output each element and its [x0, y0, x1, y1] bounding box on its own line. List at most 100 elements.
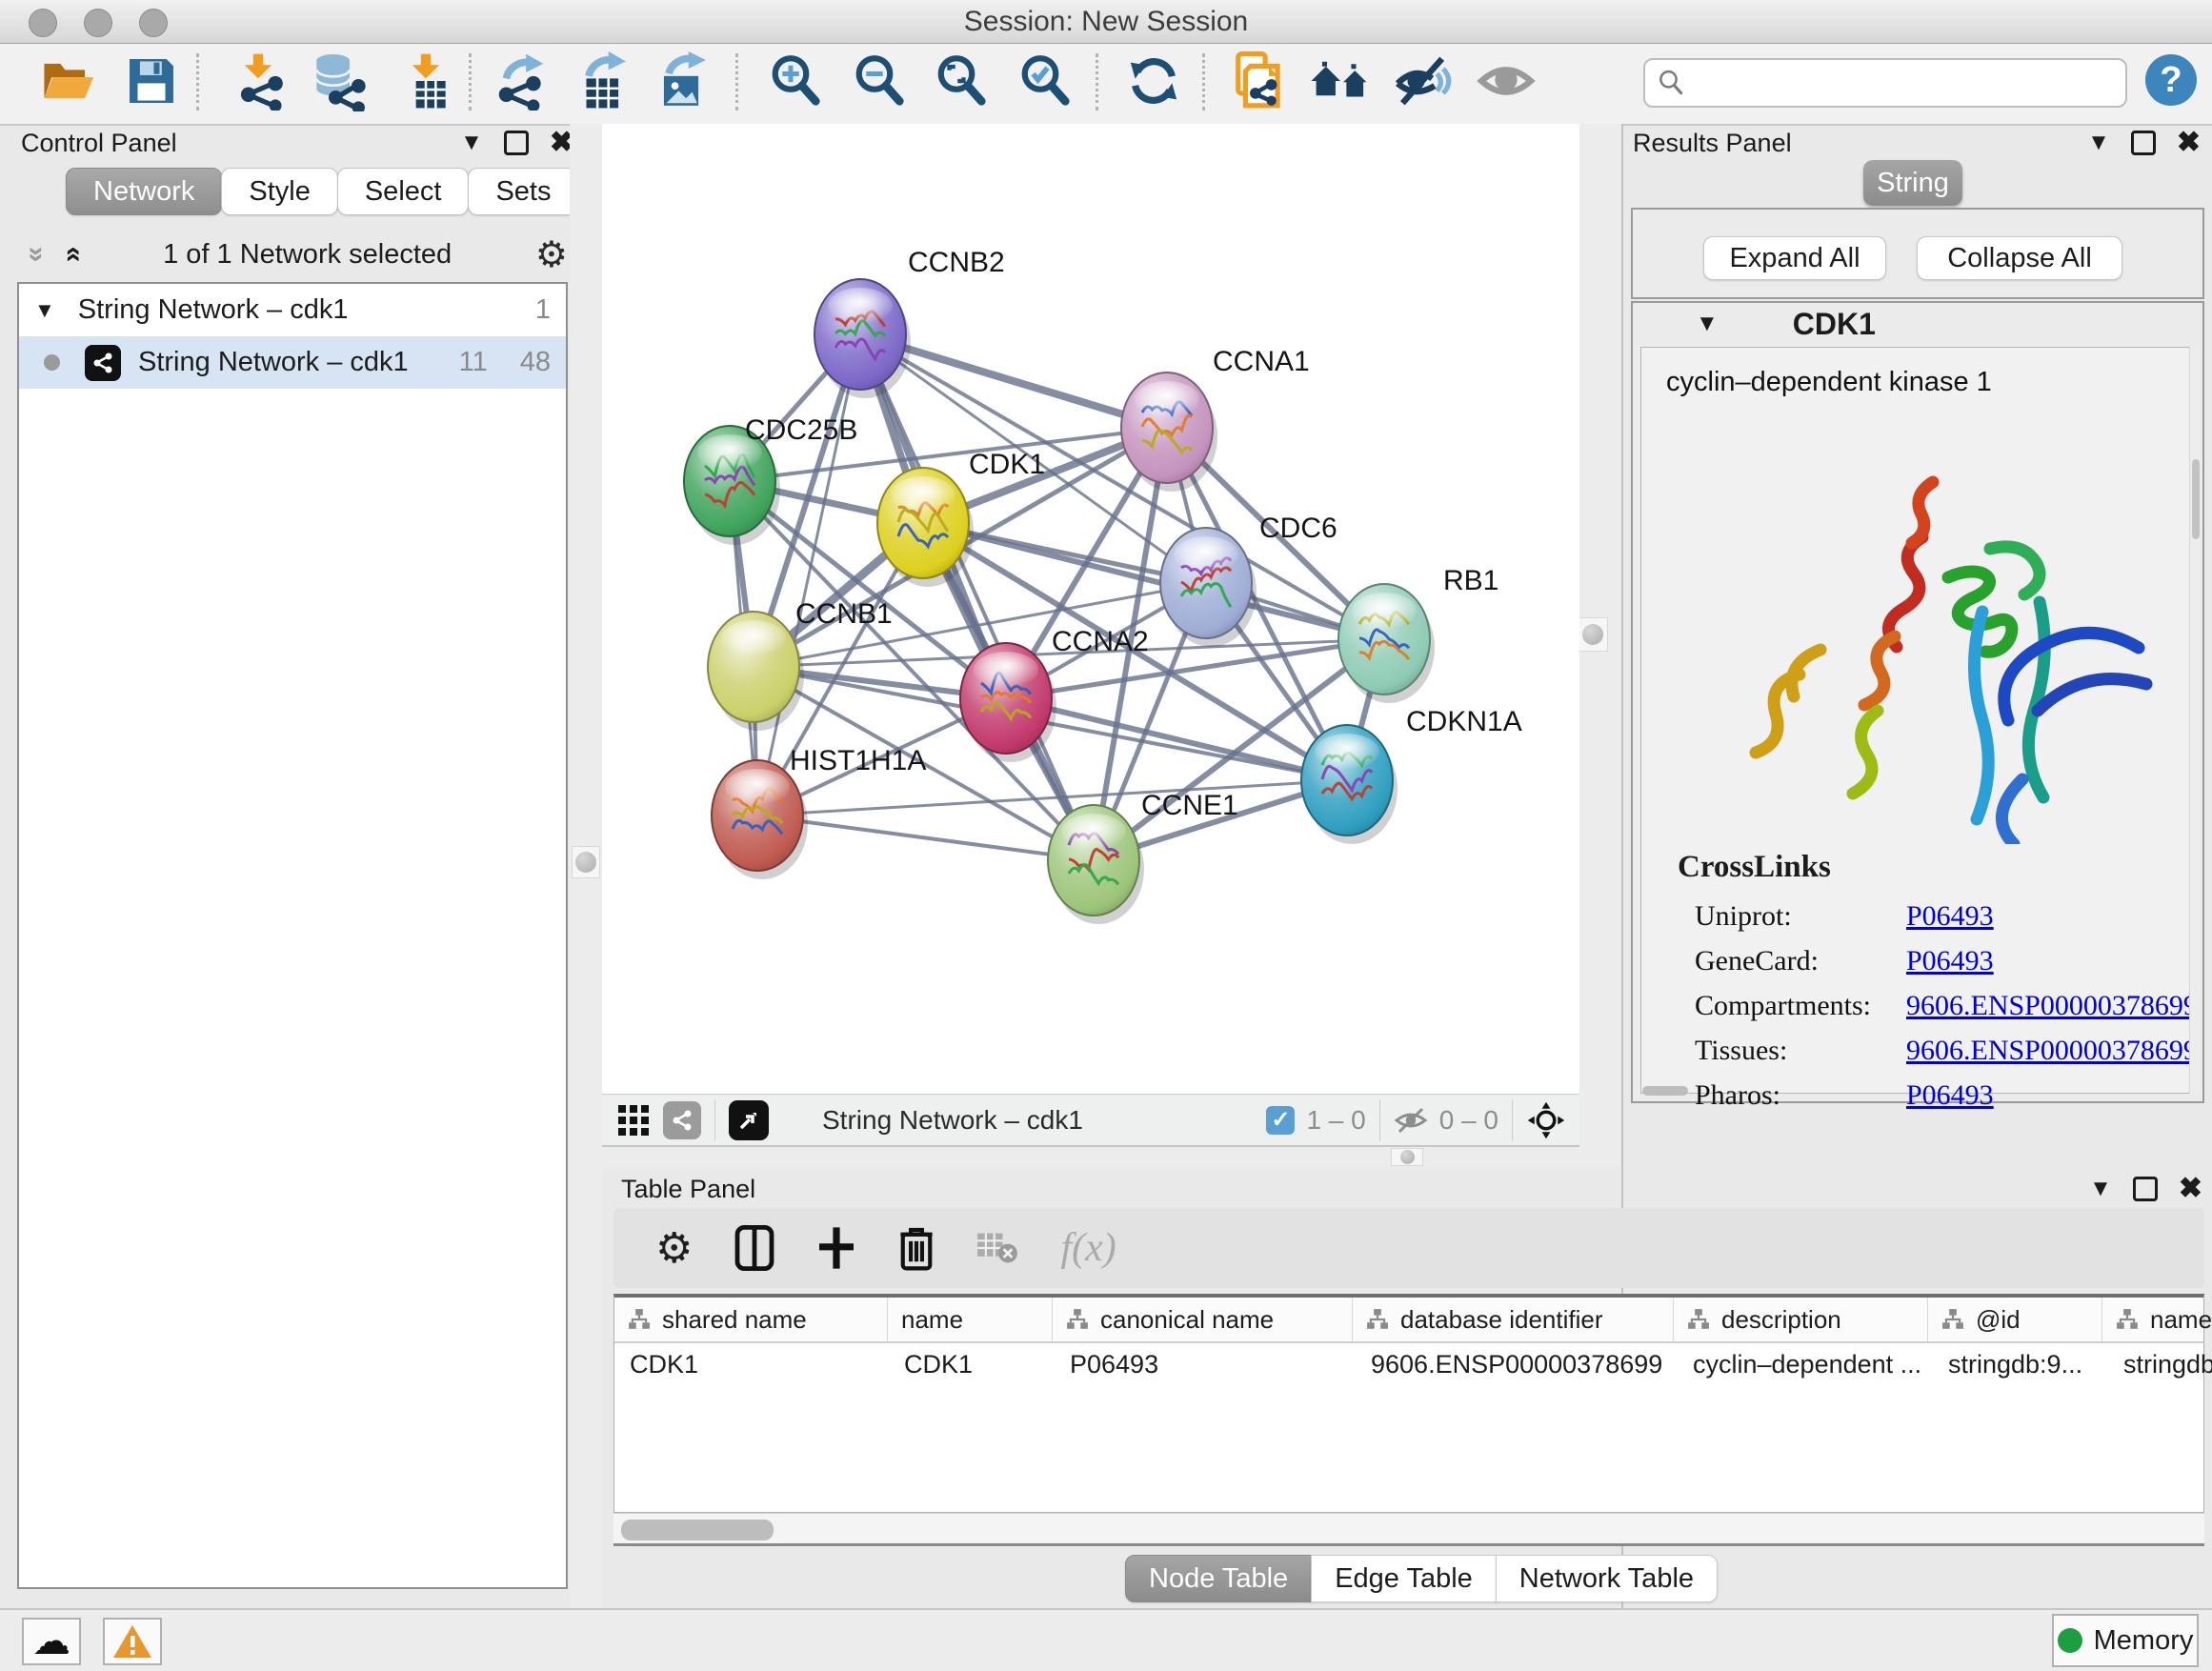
table-cell[interactable]: CDK1 — [889, 1343, 1055, 1385]
gene-section-header[interactable]: ▼ CDK1 — [1633, 303, 2202, 345]
show-columns-icon[interactable] — [734, 1225, 774, 1271]
refresh-layout-button[interactable] — [1120, 48, 1187, 114]
collapse-all-button[interactable]: Collapse All — [1917, 236, 2122, 280]
import-network-database-button[interactable] — [305, 48, 372, 114]
tab-sets[interactable]: Sets — [468, 168, 578, 215]
table-row[interactable]: CDK1CDK1P064939606.ENSP00000378699cyclin… — [614, 1343, 2203, 1385]
table-horizontal-scrollbar[interactable] — [613, 1513, 2204, 1545]
help-button[interactable]: ? — [2145, 54, 2197, 106]
open-session-button[interactable] — [34, 48, 101, 114]
column-header-shared-name[interactable]: shared name — [614, 1298, 888, 1341]
hide-details-button[interactable] — [1389, 48, 1456, 114]
add-column-icon[interactable] — [816, 1225, 856, 1271]
warnings-button[interactable] — [103, 1618, 162, 1665]
zoom-in-button[interactable] — [762, 48, 829, 114]
crosslink-link[interactable]: 9606.ENSP00000378699 — [1906, 990, 2198, 1022]
crosslink-link[interactable]: P06493 — [1906, 900, 1994, 933]
open-in-window-icon[interactable] — [729, 1100, 769, 1140]
export-network-button[interactable] — [488, 48, 554, 114]
crosslink-link[interactable]: P06493 — [1906, 945, 1994, 977]
expand-all-networks-icon[interactable]: » — [55, 247, 88, 263]
save-session-button[interactable] — [118, 48, 185, 114]
tab-edge-table[interactable]: Edge Table — [1311, 1555, 1497, 1602]
column-header-canonical-name[interactable]: canonical name — [1053, 1298, 1353, 1341]
network-canvas[interactable]: CCNB2CCNA1CDC25BCDK1CDC6RB1CCNB1CCNA2CDK… — [602, 124, 1579, 1094]
gene-collapse-icon[interactable]: ▼ — [1696, 312, 1719, 335]
close-window-button[interactable] — [29, 9, 57, 37]
maximize-window-button[interactable] — [139, 9, 168, 37]
function-builder-icon[interactable]: f(x) — [1060, 1225, 1116, 1271]
memory-button[interactable]: Memory — [2052, 1614, 2199, 1667]
node-CCNE1[interactable]: CCNE1 — [1048, 790, 1238, 924]
birdseye-grid-icon[interactable] — [617, 1104, 650, 1137]
column-header-name[interactable]: name — [888, 1298, 1053, 1341]
tab-string[interactable]: String — [1863, 160, 1962, 206]
show-details-button[interactable] — [1473, 48, 1539, 114]
crosshair-icon[interactable] — [1526, 1100, 1566, 1140]
results-vertical-scrollbar[interactable] — [2189, 347, 2201, 1094]
table-cell[interactable]: P06493 — [1055, 1343, 1356, 1385]
table-panel-collapse-icon[interactable]: ▼ — [2089, 1178, 2112, 1200]
crosslink-link[interactable]: P06493 — [1906, 1079, 1994, 1112]
node-CCNB1[interactable]: CCNB1 — [708, 598, 893, 731]
tab-style[interactable]: Style — [221, 168, 337, 215]
duplicate-network-button[interactable] — [1227, 48, 1294, 114]
control-panel-float-icon[interactable] — [504, 131, 529, 155]
control-panel-collapse-icon[interactable]: ▼ — [460, 131, 483, 154]
table-panel-float-icon[interactable] — [2133, 1177, 2158, 1201]
results-panel-collapse-icon[interactable]: ▼ — [2087, 131, 2110, 154]
bottom-divider-handle[interactable] — [1391, 1148, 1423, 1166]
results-horizontal-scrollbar[interactable] — [1642, 1086, 1688, 1096]
zoom-selected-button[interactable] — [1012, 48, 1078, 114]
expand-all-button[interactable]: Expand All — [1703, 236, 1886, 280]
minimize-window-button[interactable] — [84, 9, 112, 37]
column-header--id[interactable]: @id — [1928, 1298, 2102, 1341]
import-network-button[interactable] — [225, 48, 292, 114]
table-options-gear-icon[interactable]: ⚙ — [655, 1224, 693, 1273]
results-panel-float-icon[interactable] — [2131, 131, 2156, 155]
table-cell[interactable]: cyclin–dependent ... — [1678, 1343, 1933, 1385]
tab-node-table[interactable]: Node Table — [1125, 1555, 1312, 1602]
search-input[interactable] — [1685, 68, 2089, 99]
node-CCNB2[interactable]: CCNB2 — [814, 247, 1005, 398]
cloud-status-button[interactable]: ☁ — [22, 1618, 81, 1665]
column-header-namespac[interactable]: namespac — [2102, 1298, 2212, 1341]
export-image-button[interactable] — [648, 48, 714, 114]
delete-trash-icon[interactable] — [898, 1225, 935, 1271]
zoom-fit-button[interactable] — [928, 48, 995, 114]
selected-nodes-checkbox[interactable]: ✓ — [1266, 1106, 1295, 1135]
node-CDC6[interactable]: CDC6 — [1160, 513, 1337, 647]
edge-CCNB2-CCNE1[interactable] — [860, 334, 1094, 860]
network-options-gear-icon[interactable]: ⚙ — [535, 233, 568, 276]
table-cell[interactable]: stringdb:9... — [1933, 1343, 2108, 1385]
clear-table-icon[interactable] — [976, 1229, 1018, 1267]
string-network-graph[interactable]: CCNB2CCNA1CDC25BCDK1CDC6RB1CCNB1CCNA2CDK… — [602, 124, 1579, 1094]
export-table-button[interactable] — [568, 48, 634, 114]
string-share-icon[interactable] — [663, 1101, 701, 1139]
node-CCNA1[interactable]: CCNA1 — [1121, 346, 1310, 492]
column-header-database-identifier[interactable]: database identifier — [1353, 1298, 1674, 1341]
table-panel-close-icon[interactable]: ✖ — [2179, 1175, 2202, 1203]
node-RB1[interactable]: RB1 — [1338, 565, 1498, 703]
edge-CCNB2-HIST1H1A[interactable] — [757, 334, 860, 815]
tab-select[interactable]: Select — [337, 168, 470, 215]
collapse-all-networks-icon[interactable]: » — [20, 247, 52, 263]
network-collection-row[interactable]: ▼ String Network – cdk1 1 — [19, 284, 566, 336]
column-header-description[interactable]: description — [1674, 1298, 1928, 1341]
results-panel-close-icon[interactable]: ✖ — [2177, 129, 2201, 157]
hidden-eye-slash-icon[interactable] — [1394, 1106, 1428, 1135]
table-cell[interactable]: CDK1 — [614, 1343, 889, 1385]
tab-network-table[interactable]: Network Table — [1496, 1555, 1718, 1602]
collection-expand-icon[interactable]: ▼ — [34, 300, 55, 321]
node-CDKN1A[interactable]: CDKN1A — [1301, 706, 1522, 844]
table-cell[interactable]: 9606.ENSP00000378699 — [1356, 1343, 1678, 1385]
table-scrollbar-thumb[interactable] — [621, 1520, 774, 1540]
bottom-panel-divider[interactable] — [602, 1147, 1579, 1167]
tab-network[interactable]: Network — [66, 168, 222, 215]
homes-button[interactable] — [1307, 48, 1374, 114]
right-divider-handle[interactable] — [1578, 617, 1608, 652]
network-row-selected[interactable]: String Network – cdk1 11 48 — [19, 336, 566, 389]
left-divider-handle[interactable] — [572, 846, 600, 878]
import-table-button[interactable] — [392, 48, 459, 114]
crosslink-link[interactable]: 9606.ENSP00000378699 — [1906, 1035, 2198, 1067]
